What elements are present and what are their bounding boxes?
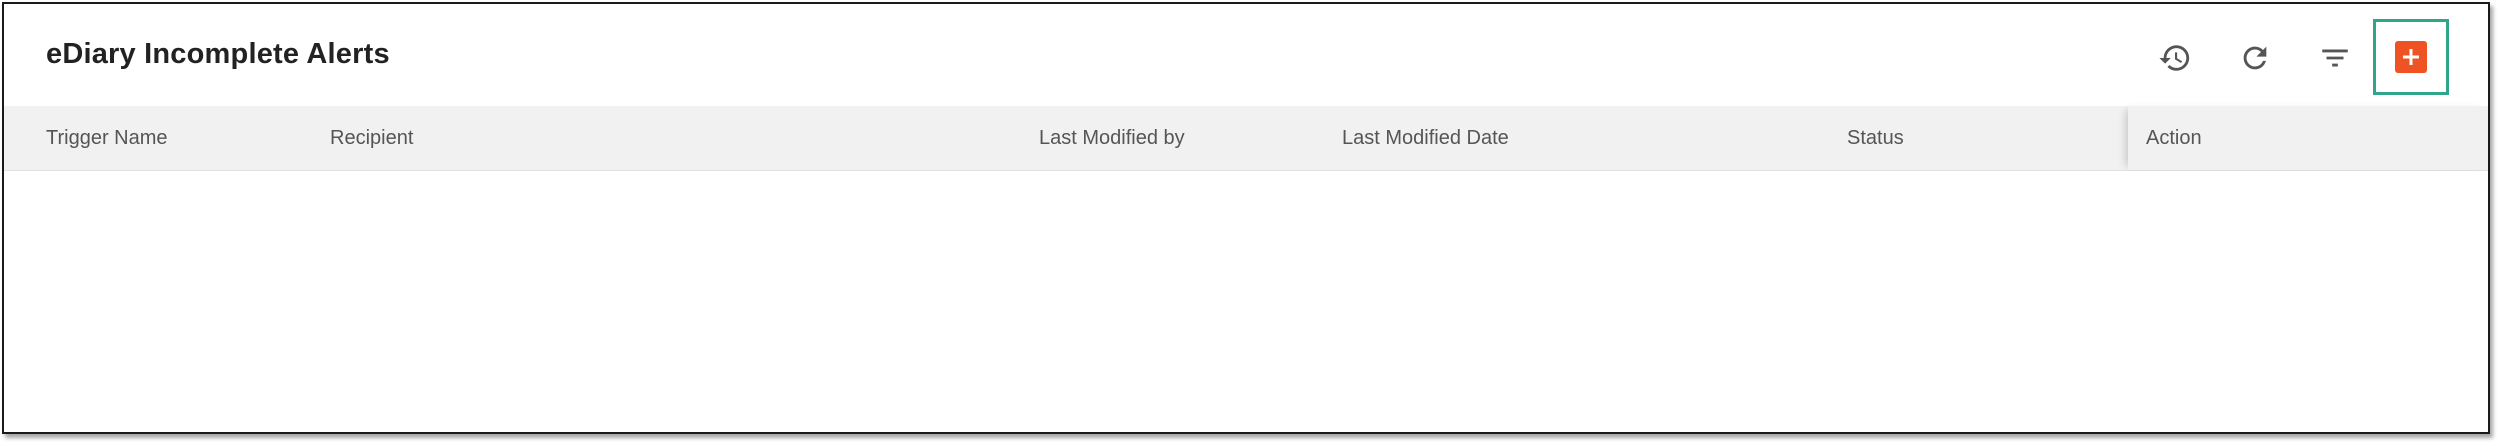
table-body-empty (4, 171, 2488, 432)
history-button[interactable] (2148, 31, 2202, 85)
add-button-face[interactable] (2395, 41, 2427, 73)
page-title: eDiary Incomplete Alerts (46, 38, 390, 70)
plus-icon (2403, 49, 2419, 65)
action-column-header-cell: Action (2128, 106, 2488, 170)
column-header-last-modified-by[interactable]: Last Modified by (1039, 106, 1185, 170)
alerts-panel: eDiary Incomplete Alerts Trigger Name Re… (2, 2, 2490, 434)
column-header-status[interactable]: Status (1847, 106, 1904, 170)
add-alert-button[interactable] (2373, 19, 2449, 95)
panel-header: eDiary Incomplete Alerts (4, 4, 2488, 106)
history-icon (2159, 45, 2190, 71)
refresh-button[interactable] (2228, 31, 2282, 85)
filter-button[interactable] (2308, 31, 2362, 85)
column-header-last-modified-date[interactable]: Last Modified Date (1342, 106, 1509, 170)
table-header: Trigger Name Recipient Last Modified by … (4, 106, 2488, 171)
refresh-icon (2243, 46, 2267, 70)
filter-icon (2322, 49, 2348, 67)
column-header-recipient[interactable]: Recipient (330, 106, 413, 170)
column-header-trigger-name[interactable]: Trigger Name (46, 106, 168, 170)
column-header-action: Action (2146, 127, 2202, 149)
